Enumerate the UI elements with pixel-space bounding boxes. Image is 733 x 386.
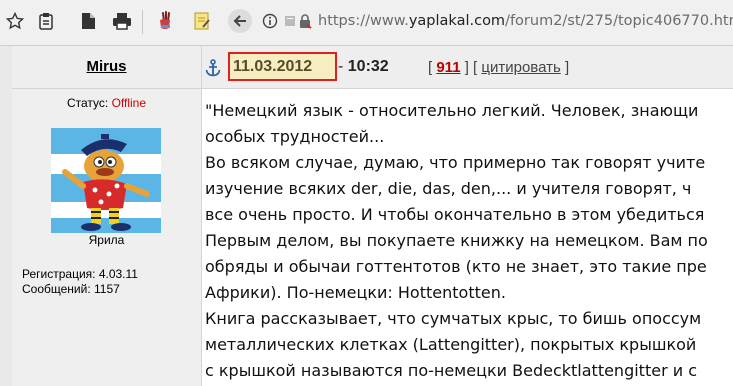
post-body: "Немецкий язык - относительно легкий. Че… <box>205 98 733 384</box>
close-bracket: ] <box>560 59 570 76</box>
browser-toolbar: https://www.yaplakal.com/forum2/st/275/t… <box>0 0 733 46</box>
mid-bracket: ] [ <box>460 59 482 76</box>
anchor-icon[interactable] <box>205 59 221 81</box>
avatar[interactable] <box>51 128 161 233</box>
print-icon[interactable] <box>111 10 133 32</box>
post-line: Книга рассказывает, что сумчатых крыс, т… <box>205 309 702 328</box>
status-label: Статус: <box>66 96 112 110</box>
post-line: особых трудностей... <box>205 127 385 146</box>
time-separator: - <box>338 58 348 75</box>
address-bar[interactable]: https://www.yaplakal.com/forum2/st/275/t… <box>318 13 733 29</box>
back-icon <box>233 15 246 27</box>
post-time: - 10:32 <box>338 58 389 76</box>
reply-count-link[interactable]: 911 <box>436 59 460 76</box>
note-icon[interactable] <box>191 10 213 32</box>
url-prefix: https://www. <box>318 13 409 29</box>
author-name[interactable]: Mirus <box>12 58 201 75</box>
user-status: Статус: Offline <box>12 96 201 110</box>
post-line: Во всяком случае, думаю, что примерно та… <box>205 153 706 172</box>
back-button[interactable] <box>228 9 252 33</box>
quote-link[interactable]: цитировать <box>481 59 560 76</box>
status-value: Offline <box>111 96 147 110</box>
post-line: Африки). По-немецки: Hottentotten. <box>205 283 506 302</box>
time-value: 10:32 <box>347 58 389 75</box>
info-icon[interactable] <box>259 10 281 32</box>
forum-page: Mirus 11.03.2012 - 10:32 [ 911 ] [ цитир… <box>0 46 733 386</box>
post-line: все очень просто. И чтобы окончательно в… <box>205 205 705 224</box>
post-actions: [ 911 ] [ цитировать ] <box>428 59 569 76</box>
lock-icon <box>296 10 314 32</box>
post-line: обряды и обычаи готтентотов (кто не знае… <box>205 257 707 276</box>
toolbar-divider <box>142 10 143 34</box>
post-date: 11.03.2012 <box>233 58 313 75</box>
post-line: с крышкой называются по-немецки Bedecktl… <box>205 361 698 380</box>
url-path: /forum2/st/275/topic406770.html <box>505 13 733 29</box>
post-line: Первым делом, вы покупаете книжку на нем… <box>205 231 708 250</box>
user-rank: Ярила <box>88 233 125 247</box>
message-count: Сообщений: 1157 <box>22 282 120 296</box>
url-domain: yaplakal.com <box>408 13 506 29</box>
sidebar-divider <box>201 46 202 386</box>
extension-icon[interactable] <box>154 10 176 32</box>
star-icon[interactable] <box>4 10 26 32</box>
post-line: изучение всяких der, die, das, den,... и… <box>205 179 692 198</box>
post-line: "Немецкий язык - относительно легкий. Че… <box>205 101 699 120</box>
reading-list-icon[interactable] <box>35 10 57 32</box>
page-icon[interactable] <box>77 10 99 32</box>
registration-date: Регистрация: 4.03.11 <box>22 267 138 281</box>
post-line: металлических клетках (Lattengitter), по… <box>205 335 697 354</box>
